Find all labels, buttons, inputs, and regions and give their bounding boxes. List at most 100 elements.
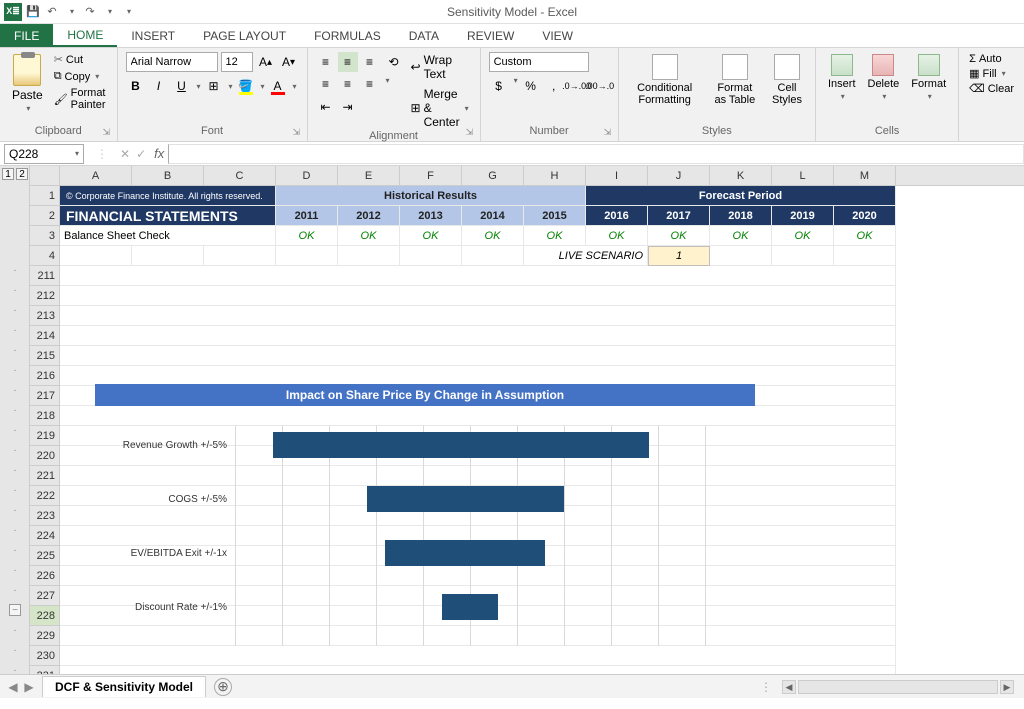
row-header-225[interactable]: 225 (30, 546, 60, 566)
clipboard-dialog-launcher[interactable]: ⇲ (103, 127, 113, 137)
sheet-tab-active[interactable]: DCF & Sensitivity Model (42, 676, 206, 697)
outline-level-1[interactable]: 1 (2, 168, 14, 180)
col-header-D[interactable]: D (276, 166, 338, 185)
cell-ok-1[interactable]: OK (338, 226, 400, 246)
undo-button[interactable]: ↶ (44, 4, 60, 20)
orientation-button[interactable]: ⟲ (384, 52, 404, 72)
row-header-213[interactable]: 213 (30, 306, 60, 326)
format-as-table-button[interactable]: Format as Table (707, 52, 763, 125)
cell-ok-6[interactable]: OK (648, 226, 710, 246)
delete-cells-button[interactable]: Delete▾ (864, 52, 904, 125)
name-box[interactable]: Q228▾ (4, 144, 84, 164)
cut-button[interactable]: ✂Cut (51, 52, 109, 67)
decrease-decimal-button[interactable]: .00→.0 (590, 76, 610, 96)
increase-indent-button[interactable]: ⇥ (338, 97, 358, 117)
row-header-216[interactable]: 216 (30, 366, 60, 386)
cell-year-2013[interactable]: 2013 (400, 206, 462, 226)
alignment-dialog-launcher[interactable]: ⇲ (466, 127, 476, 137)
cell-scenario-label[interactable]: LIVE SCENARIO (524, 246, 648, 266)
cell-ok-5[interactable]: OK (586, 226, 648, 246)
fill-button[interactable]: ▦ Fill▾ (967, 66, 1016, 81)
format-painter-button[interactable]: 🖌Format Painter (51, 86, 109, 112)
row-header-222[interactable]: 222 (30, 486, 60, 506)
hscroll-track[interactable] (798, 680, 998, 694)
paste-button[interactable]: Paste▾ (8, 52, 47, 125)
tab-review[interactable]: REVIEW (453, 24, 528, 47)
increase-font-button[interactable]: A▴ (256, 52, 276, 72)
row-header-231[interactable]: 231 (30, 666, 60, 674)
cell-ok-4[interactable]: OK (524, 226, 586, 246)
row-header-230[interactable]: 230 (30, 646, 60, 666)
align-top-button[interactable]: ≡ (316, 52, 336, 72)
align-right-button[interactable]: ≡ (360, 74, 380, 94)
clear-button[interactable]: ⌫ Clear (967, 81, 1016, 96)
row-header-219[interactable]: 219 (30, 426, 60, 446)
row-header-215[interactable]: 215 (30, 346, 60, 366)
formula-input[interactable] (168, 144, 1024, 164)
copy-button[interactable]: ⧉Copy▾ (51, 69, 109, 84)
hscroll-left[interactable]: ◀ (782, 680, 796, 694)
row-header-229[interactable]: 229 (30, 626, 60, 646)
font-color-button[interactable]: A (268, 76, 288, 96)
row-header-223[interactable]: 223 (30, 506, 60, 526)
cell-styles-button[interactable]: Cell Styles (767, 52, 807, 125)
cell-ok-8[interactable]: OK (772, 226, 834, 246)
cell-fcst-label[interactable]: Forecast Period (586, 186, 896, 206)
increase-decimal-button[interactable]: .0→.00 (567, 76, 587, 96)
tab-home[interactable]: HOME (53, 24, 117, 47)
underline-button[interactable]: U (172, 76, 192, 96)
enter-formula-button[interactable]: ✓ (136, 147, 146, 161)
cell-year-2018[interactable]: 2018 (710, 206, 772, 226)
cell-hist-label[interactable]: Historical Results (276, 186, 586, 206)
row-header-214[interactable]: 214 (30, 326, 60, 346)
col-header-K[interactable]: K (710, 166, 772, 185)
select-all-corner[interactable] (30, 166, 60, 185)
cell-year-2014[interactable]: 2014 (462, 206, 524, 226)
tab-formulas[interactable]: FORMULAS (300, 24, 395, 47)
cell-copyright[interactable]: © Corporate Finance Institute. All right… (60, 186, 276, 206)
font-size-select[interactable] (221, 52, 253, 72)
fill-color-button[interactable]: 🪣 (236, 76, 256, 96)
col-header-C[interactable]: C (204, 166, 276, 185)
tab-page-layout[interactable]: PAGE LAYOUT (189, 24, 300, 47)
col-header-J[interactable]: J (648, 166, 710, 185)
tab-view[interactable]: VIEW (528, 24, 587, 47)
align-middle-button[interactable]: ≡ (338, 52, 358, 72)
font-dialog-launcher[interactable]: ⇲ (293, 127, 303, 137)
row-header-1[interactable]: 1 (30, 186, 60, 206)
borders-button[interactable]: ⊞ (204, 76, 224, 96)
cell-ok-7[interactable]: OK (710, 226, 772, 246)
percent-format-button[interactable]: % (521, 76, 541, 96)
row-header-212[interactable]: 212 (30, 286, 60, 306)
decrease-indent-button[interactable]: ⇤ (316, 97, 336, 117)
add-sheet-button[interactable]: ⊕ (214, 678, 232, 696)
row-header-4[interactable]: 4 (30, 246, 60, 266)
cell-year-2017[interactable]: 2017 (648, 206, 710, 226)
align-left-button[interactable]: ≡ (316, 74, 336, 94)
tab-insert[interactable]: INSERT (117, 24, 189, 47)
cell-fin-stmt-title[interactable]: FINANCIAL STATEMENTS (60, 206, 276, 226)
col-header-G[interactable]: G (462, 166, 524, 185)
cell-year-2020[interactable]: 2020 (834, 206, 896, 226)
outline-level-2[interactable]: 2 (16, 168, 28, 180)
row-header-220[interactable]: 220 (30, 446, 60, 466)
row-header-217[interactable]: 217 (30, 386, 60, 406)
col-header-H[interactable]: H (524, 166, 586, 185)
number-format-select[interactable] (489, 52, 589, 72)
row-header-211[interactable]: 211 (30, 266, 60, 286)
col-header-E[interactable]: E (338, 166, 400, 185)
tab-nav-prev[interactable]: ◀ (6, 680, 20, 694)
cell-year-2016[interactable]: 2016 (586, 206, 648, 226)
row-header-224[interactable]: 224 (30, 526, 60, 546)
accounting-format-button[interactable]: $ (489, 76, 509, 96)
hscroll-right[interactable]: ▶ (1000, 680, 1014, 694)
cell-bscheck-label[interactable]: Balance Sheet Check (60, 226, 276, 246)
decrease-font-button[interactable]: A▾ (279, 52, 299, 72)
tab-nav-next[interactable]: ▶ (22, 680, 36, 694)
cell-ok-9[interactable]: OK (834, 226, 896, 246)
col-header-A[interactable]: A (60, 166, 132, 185)
row-header-218[interactable]: 218 (30, 406, 60, 426)
qat-customize[interactable]: ▾ (120, 4, 136, 20)
row-header-226[interactable]: 226 (30, 566, 60, 586)
cell-year-2015[interactable]: 2015 (524, 206, 586, 226)
